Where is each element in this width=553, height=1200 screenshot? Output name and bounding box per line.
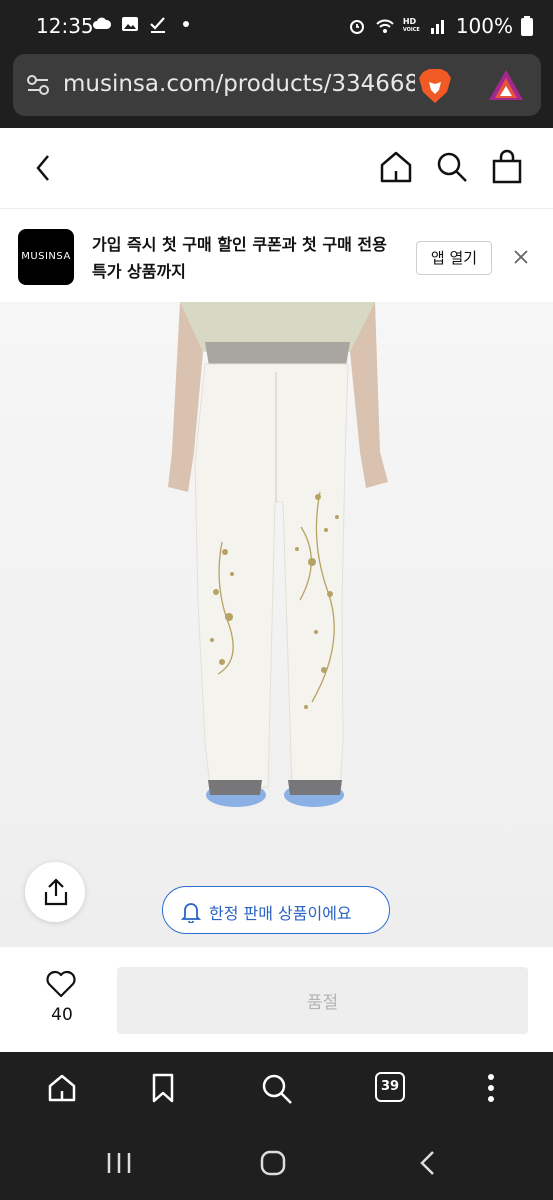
limited-sale-badge[interactable]: 한정 판매 상품이에요 <box>162 886 390 934</box>
product-image[interactable] <box>0 302 553 946</box>
url-text[interactable]: musinsa.com/products/3346685 <box>63 71 415 97</box>
brave-lion-icon[interactable] <box>415 66 455 106</box>
system-navigation-bar <box>0 1126 553 1200</box>
site-header <box>0 128 553 208</box>
dot-icon <box>183 21 189 27</box>
back-icon[interactable] <box>30 150 58 186</box>
tune-icon[interactable] <box>25 73 51 97</box>
bell-icon <box>181 903 201 923</box>
browser-toolbar: 39 <box>0 1052 553 1126</box>
address-bar[interactable]: musinsa.com/products/3346685 <box>13 54 541 116</box>
tabs-count: 39 <box>375 1072 405 1102</box>
tabs-icon[interactable]: 39 <box>375 1072 405 1102</box>
home-icon[interactable] <box>378 149 414 185</box>
search-icon[interactable] <box>435 150 469 184</box>
hd-voice-icon: HD VOICE <box>403 18 420 34</box>
limited-sale-text: 한정 판매 상품이에요 <box>209 904 352 923</box>
status-time: 12:35 <box>36 14 94 38</box>
battery-percent: 100% <box>455 14 513 38</box>
share-icon <box>44 878 68 906</box>
web-page: MUSINSA 가입 즉시 첫 구매 할인 쿠폰과 첫 구매 전용 특가 상품까… <box>0 128 553 1052</box>
promo-message: 가입 즉시 첫 구매 할인 쿠폰과 첫 구매 전용 특가 상품까지 <box>92 235 387 281</box>
app-promo-banner: MUSINSA 가입 즉시 첫 구매 할인 쿠폰과 첫 구매 전용 특가 상품까… <box>0 208 553 302</box>
cloud-icon <box>93 17 112 29</box>
signal-icon <box>430 20 444 34</box>
status-bar: 12:35 HD VOICE 100% <box>0 0 553 54</box>
product-photo-model <box>168 302 388 807</box>
recents-icon[interactable] <box>106 1151 132 1175</box>
browser-url-area: musinsa.com/products/3346685 <box>0 54 553 128</box>
home-circle-icon[interactable] <box>260 1150 286 1176</box>
wifi-icon <box>376 19 394 33</box>
home-icon[interactable] <box>46 1072 78 1104</box>
bookmark-icon[interactable] <box>150 1072 176 1104</box>
like-count: 40 <box>51 1005 73 1025</box>
share-button[interactable] <box>25 862 85 922</box>
buy-button[interactable]: 품절 <box>117 967 528 1034</box>
search-icon[interactable] <box>260 1072 294 1106</box>
image-icon <box>122 17 138 31</box>
hd-label: HD <box>402 17 417 26</box>
notification-icons <box>92 14 196 34</box>
close-icon[interactable] <box>512 248 530 266</box>
system-status: HD VOICE 100% <box>347 14 533 38</box>
open-app-button[interactable]: 앱 열기 <box>416 241 492 275</box>
shopping-bag-icon[interactable] <box>491 149 523 185</box>
brave-rewards-icon[interactable] <box>487 68 525 102</box>
heart-icon[interactable] <box>45 969 77 999</box>
alarm-icon <box>349 20 364 34</box>
purchase-bar: 40 품절 <box>0 946 553 1052</box>
musinsa-logo: MUSINSA <box>18 229 74 285</box>
check-icon <box>150 17 165 33</box>
back-chevron-icon[interactable] <box>418 1149 438 1177</box>
battery-icon <box>521 16 533 36</box>
voice-label: VOICE <box>402 27 420 33</box>
more-vert-icon[interactable] <box>481 1072 501 1104</box>
